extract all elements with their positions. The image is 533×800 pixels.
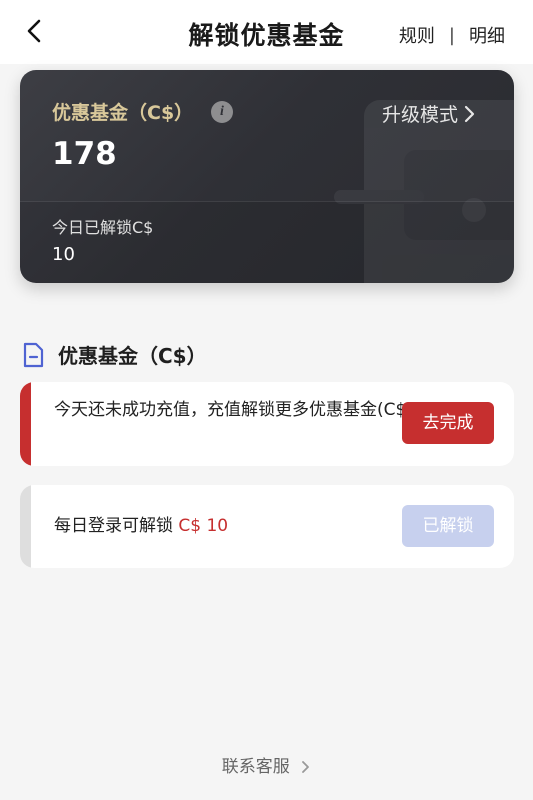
detail-link[interactable]: 明细: [469, 22, 505, 48]
chevron-right-icon: [464, 105, 475, 122]
fund-label: 优惠基金（C$）: [52, 102, 194, 124]
task-daily-login: 每日登录可解锁 C$ 10 已解锁: [20, 485, 514, 568]
section-header: 优惠基金（C$）: [22, 340, 207, 369]
contact-service-link[interactable]: 联系客服: [0, 752, 533, 777]
page: 解锁优惠基金 规则 | 明细 优惠基金（C$） i 178 升级模式 今日已解锁…: [0, 0, 533, 800]
today-unlocked-value: 10: [52, 244, 75, 265]
header-links: 规则 | 明细: [399, 22, 505, 48]
task-login-amount: C$ 10: [178, 516, 229, 536]
task-login-text: 每日登录可解锁 C$ 10: [54, 511, 228, 541]
contact-service-label: 联系客服: [221, 757, 290, 777]
upgrade-mode-button[interactable]: 升级模式: [382, 100, 476, 127]
fund-amount: 178: [52, 136, 117, 172]
task-login-prefix: 每日登录可解锁: [54, 516, 173, 536]
task-status-bar: [20, 382, 31, 466]
section-title: 优惠基金（C$）: [58, 344, 207, 368]
task-status-bar: [20, 485, 31, 568]
upgrade-mode-label: 升级模式: [381, 104, 458, 126]
card-content: 优惠基金（C$） i 178 升级模式 今日已解锁C$ 10: [20, 70, 514, 283]
info-icon[interactable]: i: [211, 101, 233, 123]
rules-link[interactable]: 规则: [399, 22, 435, 48]
top-bar: 解锁优惠基金 规则 | 明细: [0, 0, 533, 64]
task-recharge-text: 今天还未成功充值，充值解锁更多优惠基金(C$): [54, 400, 413, 420]
today-unlocked-label: 今日已解锁C$: [52, 218, 154, 237]
header-separator: |: [448, 24, 455, 46]
document-icon: [23, 342, 44, 367]
task-recharge: 今天还未成功充值，充值解锁更多优惠基金(C$) 去完成: [20, 382, 514, 466]
chevron-right-icon: [302, 761, 310, 773]
unlocked-button: 已解锁: [402, 505, 494, 547]
complete-task-button[interactable]: 去完成: [402, 402, 494, 444]
